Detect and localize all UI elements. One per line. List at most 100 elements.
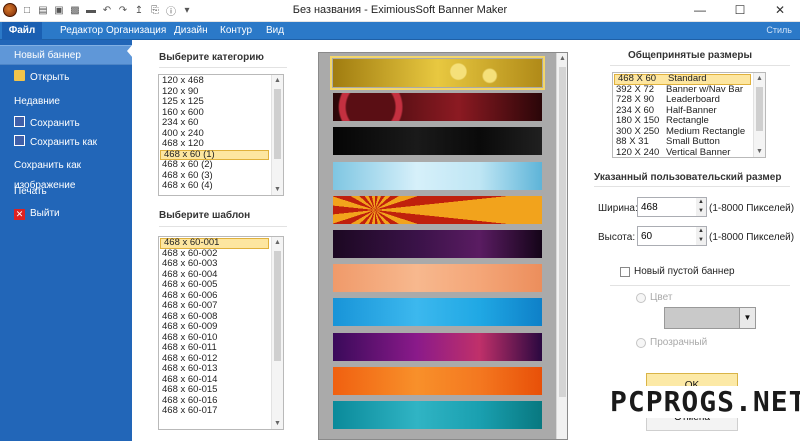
template-list-item[interactable]: 468 x 60-001	[160, 238, 269, 249]
app-window: □ ▤ ▣ ▩ ▬ ↶ ↷ ↥ ⎘ ⓘ ▾ Без названия - Exi…	[0, 0, 800, 441]
category-list[interactable]: 120 x 468 120 x 90 125 x 125 160 x 600 234 x…	[158, 74, 284, 196]
template-separator	[159, 226, 287, 227]
menu-recent-label: Недавние	[14, 96, 60, 107]
template-scrollbar[interactable]: ▲ ▼	[271, 237, 283, 429]
height-input[interactable]	[641, 229, 685, 243]
template-list-item[interactable]: 468 x 60-007	[159, 300, 283, 312]
scroll-up-icon[interactable]: ▲	[272, 237, 283, 248]
close-button[interactable]: ✕	[760, 0, 800, 20]
category-list-item[interactable]: 120 x 468	[159, 75, 283, 87]
gallery-scrollbar[interactable]: ▲	[556, 53, 567, 439]
template-list-item[interactable]: 468 x 60-011	[159, 342, 283, 354]
banner-thumbnail-black-silhouette[interactable]	[333, 127, 542, 156]
increment-icon[interactable]: ▲	[696, 227, 706, 236]
banner-thumbnail-teal-swirls[interactable]	[333, 401, 542, 429]
scroll-thumb[interactable]	[559, 67, 566, 397]
custom-size-separator	[594, 186, 790, 187]
size-value: 120 X 240	[616, 146, 660, 158]
style-menu[interactable]: Стиль	[766, 25, 792, 35]
size-value: 728 X 90	[616, 94, 655, 105]
width-stepper[interactable]: ▲ ▼	[637, 197, 707, 217]
category-separator	[159, 67, 287, 68]
size-name: Medium Rectangle	[666, 125, 746, 137]
banner-thumbnail-light-blue-waves[interactable]	[333, 161, 542, 190]
menu-save[interactable]: Сохранить	[0, 114, 132, 134]
color-picker[interactable]: ▼	[664, 307, 756, 329]
backstage-menu: Новый баннер Открыть Недавние Сохранить …	[0, 40, 132, 441]
exit-icon: ✕	[14, 209, 25, 220]
template-list-item[interactable]: 468 x 60-009	[159, 321, 283, 333]
custom-size-title: Указанный пользовательский размер	[594, 172, 782, 183]
minimize-button[interactable]: —	[680, 0, 720, 20]
height-stepper[interactable]: ▲ ▼	[637, 226, 707, 246]
category-list-item[interactable]: 468 x 120	[159, 138, 283, 150]
banner-thumbnail-cyan-splash[interactable]	[333, 298, 542, 327]
category-list-item[interactable]: 468 x 60 (2)	[159, 159, 283, 171]
size-name: Standard	[668, 73, 707, 84]
template-list[interactable]: 468 x 60-001 468 x 60-002 468 x 60-003 468 …	[158, 236, 284, 430]
menu-recent[interactable]: Недавние	[0, 92, 132, 112]
sizes-scrollbar[interactable]: ▲ ▼	[753, 73, 765, 157]
maximize-button[interactable]: ☐	[720, 0, 760, 20]
tab-file[interactable]: Файл	[2, 22, 42, 40]
banner-thumbnail-gold-bubbles[interactable]	[330, 56, 545, 90]
tab-outline[interactable]: Контур	[212, 22, 260, 40]
decrement-icon[interactable]: ▼	[696, 236, 706, 245]
sizes-list-item[interactable]: 120 X 240 Vertical Banner	[613, 146, 765, 158]
scroll-thumb[interactable]	[274, 89, 281, 159]
template-title: Выберите шаблон	[159, 210, 251, 221]
size-name: Half-Banner	[666, 104, 717, 116]
decrement-icon[interactable]: ▼	[696, 207, 706, 216]
category-list-item[interactable]: 125 x 125	[159, 96, 283, 108]
menu-open[interactable]: Открыть	[0, 68, 132, 88]
menu-print-label: Печать	[14, 186, 47, 197]
transparent-radio[interactable]	[636, 338, 646, 348]
banner-thumbnail-orange-waves[interactable]	[333, 366, 542, 395]
menu-exit[interactable]: ✕ Выйти	[0, 204, 132, 224]
blank-separator	[610, 285, 790, 286]
menu-new-banner[interactable]: Новый баннер	[0, 45, 132, 65]
template-list-item[interactable]: 468 x 60-005	[159, 279, 283, 291]
template-list-item[interactable]: 468 x 60-017	[159, 405, 283, 417]
size-value: 180 X 150	[616, 115, 660, 126]
scroll-up-icon[interactable]: ▲	[754, 73, 765, 84]
category-scrollbar[interactable]: ▲ ▼	[271, 75, 283, 195]
width-input[interactable]	[641, 200, 685, 214]
category-list-item[interactable]: 468 x 60 (4)	[159, 180, 283, 192]
scroll-thumb[interactable]	[756, 87, 763, 131]
size-name: Banner w/Nav Bar	[666, 83, 744, 95]
template-list-item[interactable]: 468 x 60-003	[159, 258, 283, 270]
template-list-item[interactable]: 468 x 60-015	[159, 384, 283, 396]
scroll-down-icon[interactable]: ▼	[272, 418, 283, 429]
template-list-item[interactable]: 468 x 60-013	[159, 363, 283, 375]
sizes-list[interactable]: 468 X 60 Standard 392 X 72 Banner w/Nav Bar…	[612, 72, 766, 158]
menu-save-as-image[interactable]: Сохранить как изображение	[0, 156, 132, 191]
tab-organization[interactable]: Организация	[98, 22, 174, 40]
menu-save-label: Сохранить	[30, 118, 80, 129]
banner-thumbnail-red-sunburst[interactable]	[333, 195, 542, 224]
save-as-icon	[14, 135, 25, 146]
banner-thumbnail-red-circles[interactable]	[333, 93, 542, 122]
banner-thumbnail-purple-gradient[interactable]	[333, 332, 542, 361]
scroll-thumb[interactable]	[274, 251, 281, 361]
menu-save-as[interactable]: Сохранить как	[0, 133, 132, 153]
tab-view[interactable]: Вид	[258, 22, 292, 40]
scroll-down-icon[interactable]: ▼	[272, 184, 283, 195]
color-radio[interactable]	[636, 293, 646, 303]
increment-icon[interactable]: ▲	[696, 198, 706, 207]
menu-print[interactable]: Печать	[0, 182, 132, 202]
chevron-down-icon[interactable]: ▼	[739, 308, 755, 328]
banner-gallery[interactable]: ▲	[318, 52, 568, 440]
banner-thumbnail-purple-sparkles[interactable]	[333, 230, 542, 258]
blank-banner-checkbox[interactable]	[620, 267, 630, 277]
menu-exit-label: Выйти	[30, 208, 60, 219]
banner-thumbnail-peach-flowers[interactable]	[333, 264, 542, 293]
category-list-item[interactable]: 234 x 60	[159, 117, 283, 129]
watermark: PCPROGS.NET	[606, 386, 800, 418]
transparent-radio-label: Прозрачный	[650, 337, 708, 348]
tab-design[interactable]: Дизайн	[166, 22, 216, 40]
scroll-up-icon[interactable]: ▲	[557, 53, 567, 64]
width-label: Ширина:	[598, 203, 638, 214]
scroll-down-icon[interactable]: ▼	[754, 146, 765, 157]
scroll-up-icon[interactable]: ▲	[272, 75, 283, 86]
